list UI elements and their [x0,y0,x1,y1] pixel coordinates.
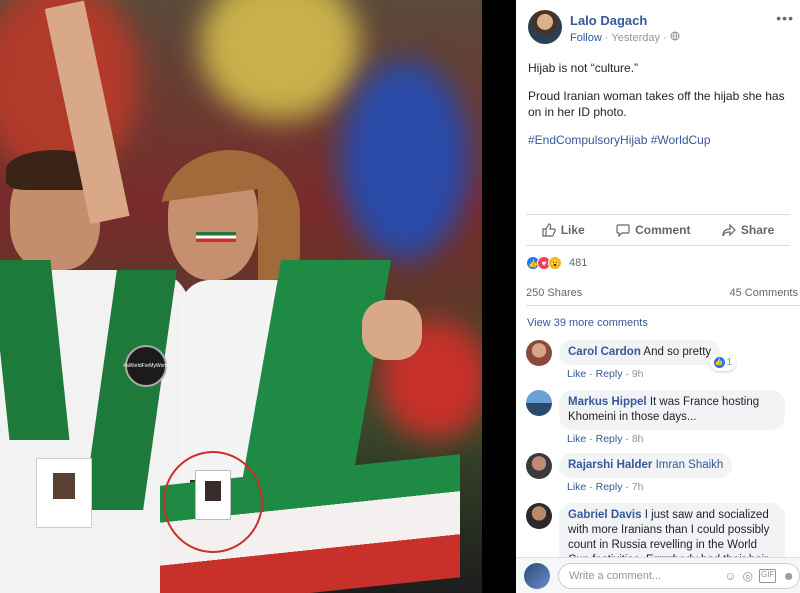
sticker-icon[interactable]: ☻ [782,569,795,583]
comment-reply-link[interactable]: Reply [596,368,623,380]
comment-like-link[interactable]: Like [567,433,586,445]
comment-mention[interactable]: Imran Shaikh [656,459,724,471]
reactions-summary[interactable]: 👍 ♥ 😮 481 [526,256,587,270]
comment-button[interactable]: Comment [616,223,690,237]
commenter-name[interactable]: Gabriel Davis [568,509,642,521]
post-hashtags[interactable]: #EndCompulsoryHijab #WorldCup [528,132,788,148]
comment-bubble: Markus Hippel It was France hosting Khom… [559,390,785,430]
comment-item: Markus Hippel It was France hosting Khom… [526,390,785,445]
comment-time[interactable]: 8h [632,433,644,445]
comment-time[interactable]: 7h [632,481,644,493]
comment-like-badge[interactable]: 👍 1 [709,354,737,371]
bg-crowd-yellow [200,0,360,120]
comment-item: Carol Cardon And so pretty 👍 1 Like · Re… [526,340,737,380]
post-header: Lalo Dagach Follow · Yesterday · ••• [516,0,800,56]
reaction-icons: 👍 ♥ 😮 [526,256,562,270]
wow-reaction-icon: 😮 [548,256,562,270]
comment-bubble: Carol Cardon And so pretty 👍 1 [559,340,737,371]
man-id-photo [53,473,75,499]
comment-label: Comment [635,223,691,237]
post-line-2: Proud Iranian woman takes off the hijab … [528,89,785,119]
post-time[interactable]: Yesterday [611,32,660,44]
comment-content: Markus Hippel It was France hosting Khom… [559,390,785,445]
commenter-avatar[interactable] [526,503,552,529]
like-button[interactable]: Like [542,223,585,237]
viewer-avatar [524,562,550,589]
comment-content: Carol Cardon And so pretty 👍 1 Like · Re… [559,340,737,380]
commenter-name[interactable]: Carol Cardon [568,346,641,358]
dot-separator-2: · [663,31,667,44]
bg-crowd-blue [340,60,470,260]
share-icon [722,223,736,237]
comment-content: Rajarshi Halder Imran Shaikh Like · Repl… [559,453,733,493]
world-badge: #aWorldForMyWorld [123,345,169,387]
share-button[interactable]: Share [722,223,774,237]
follow-link[interactable]: Follow [570,32,602,44]
comment-input[interactable]: Write a comment... ☺ ◎ GIF ☻ [558,562,800,589]
thumb-up-icon [542,223,556,237]
comment-like-link[interactable]: Like [567,368,586,380]
view-more-comments[interactable]: View 39 more comments [527,317,648,329]
post-panel: Lalo Dagach Follow · Yesterday · ••• Hij… [516,0,800,593]
comment-input-placeholder: Write a comment... [569,569,662,582]
post-photo[interactable]: #aWorldForMyWorld [0,0,482,593]
world-badge-text: #aWorldForMyWorld [123,363,169,369]
commenter-name[interactable]: Markus Hippel [568,396,647,408]
author-name[interactable]: Lalo Dagach [570,13,647,28]
share-comment-counts: 250 Shares 45 Comments [526,280,800,306]
shares-count[interactable]: 250 Shares [526,287,582,299]
dot-separator: · [604,31,609,44]
comment-like-count: 1 [726,357,733,368]
man-id-card [36,458,92,528]
photo-divider [482,0,516,593]
like-label: Like [560,223,585,237]
comments-count[interactable]: 45 Comments [730,287,798,299]
reaction-count: 481 [569,257,588,269]
camera-icon[interactable]: ◎ [743,569,753,583]
share-label: Share [740,223,775,237]
comment-meta: Like · Reply · 9h [567,368,644,380]
gif-icon[interactable]: GIF [759,568,777,583]
comment-composer: Write a comment... ☺ ◎ GIF ☻ [516,557,800,593]
comment-reply-link[interactable]: Reply [596,433,623,445]
comment-meta: Like · Reply · 7h [567,481,644,493]
composer-icons: ☺ ◎ GIF ☻ [724,568,795,583]
comment-like-link[interactable]: Like [567,481,586,493]
emoji-icon[interactable]: ☺ [724,569,736,583]
commenter-avatar[interactable] [526,340,552,366]
post-text: Hijab is not “culture.” Proud Iranian wo… [516,56,800,148]
comment-item: Rajarshi Halder Imran Shaikh Like · Repl… [526,453,733,493]
commenter-avatar[interactable] [526,390,552,416]
comment-meta: Like · Reply · 8h [567,433,644,445]
thumb-up-icon: 👍 [713,357,725,368]
author-avatar[interactable] [528,10,562,44]
more-options-icon[interactable]: ••• [776,10,794,26]
globe-icon [670,31,680,44]
comment-bubble: Rajarshi Halder Imran Shaikh [559,453,733,478]
woman-peace-hand [362,300,422,360]
red-highlight-circle [163,451,263,553]
post-actions: Like Comment Share [526,214,790,246]
face-paint-flag [196,232,236,242]
commenter-avatar[interactable] [526,453,552,479]
comment-time[interactable]: 9h [632,368,644,380]
comment-icon [616,224,630,237]
comment-reply-link[interactable]: Reply [596,481,623,493]
post-subline: Follow · Yesterday · [570,31,680,44]
commenter-name[interactable]: Rajarshi Halder [568,459,652,471]
post-line-1: Hijab is not “culture.” [528,61,639,75]
comment-text: And so pretty [643,346,712,358]
